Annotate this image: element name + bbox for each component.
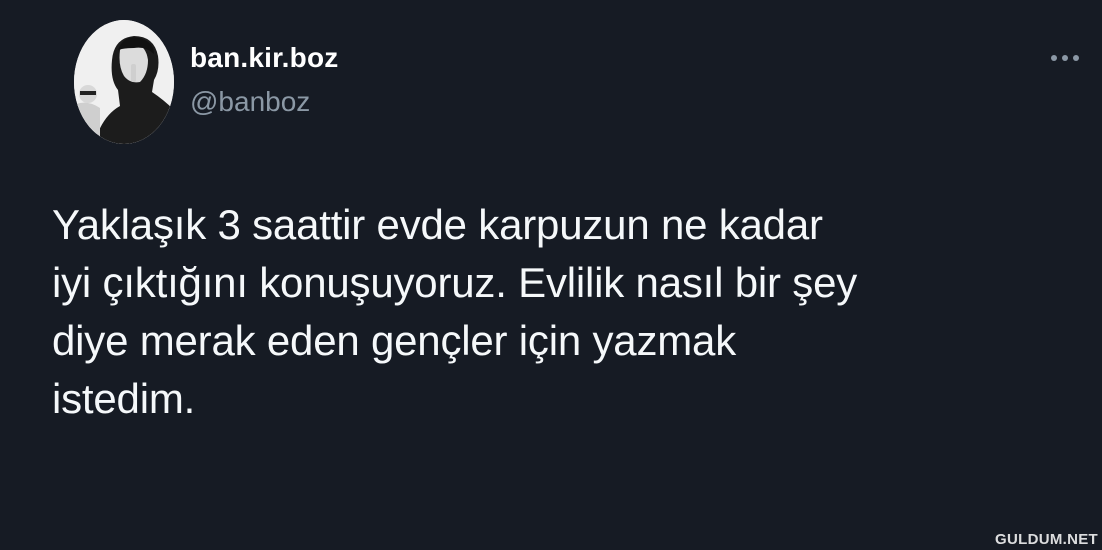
more-dot (1051, 55, 1057, 61)
tweet-text-line: istedim. (52, 375, 196, 422)
tweet-card: ban.kir.boz @banboz Yaklaşık 3 saattir e… (0, 0, 1102, 550)
tweet-text-line: diye merak eden gençler için yazmak (52, 317, 736, 364)
author-handle[interactable]: @banboz (190, 86, 310, 118)
author-display-name[interactable]: ban.kir.boz (190, 42, 338, 74)
tweet-text-line: iyi çıktığını konuşuyoruz. Evlilik nasıl… (52, 259, 858, 306)
avatar-photo (74, 20, 174, 144)
avatar[interactable] (74, 20, 174, 144)
watermark: GULDUM.NET (995, 531, 1098, 548)
tweet-text: Yaklaşık 3 saattir evde karpuzun ne kada… (52, 196, 1072, 428)
more-options-icon[interactable] (1042, 44, 1088, 72)
tweet-text-line: Yaklaşık 3 saattir evde karpuzun ne kada… (52, 201, 823, 248)
more-dot (1062, 55, 1068, 61)
more-dot (1073, 55, 1079, 61)
